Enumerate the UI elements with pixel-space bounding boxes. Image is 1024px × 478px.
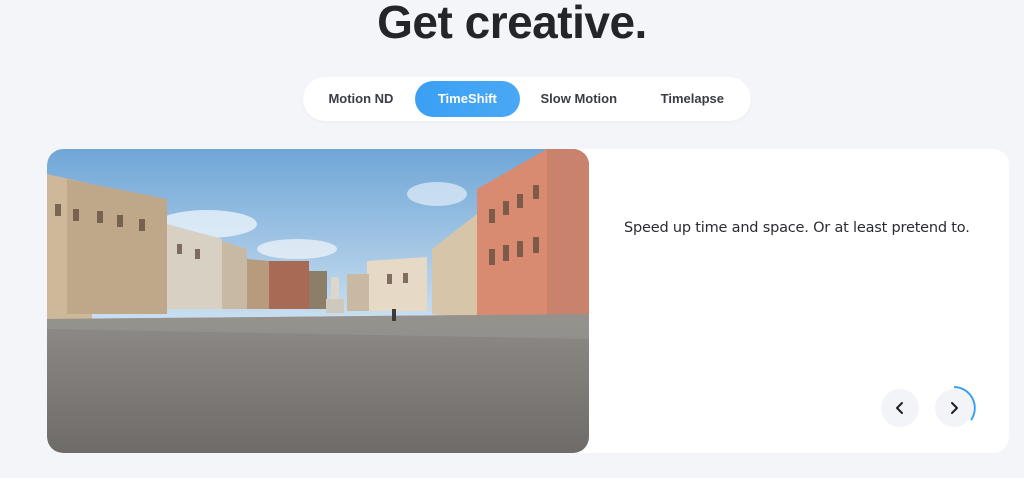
page-title: Get creative.: [377, 0, 647, 48]
slide-caption: Speed up time and space. Or at least pre…: [624, 220, 970, 236]
carousel-next-button[interactable]: [935, 389, 973, 427]
venice-piazza-photo: [47, 149, 589, 453]
tab-motion-nd[interactable]: Motion ND: [307, 81, 415, 117]
feature-card: Speed up time and space. Or at least pre…: [47, 149, 1009, 453]
tab-slow-motion[interactable]: Slow Motion: [520, 81, 638, 117]
chevron-right-icon: [951, 402, 958, 414]
chevron-left-icon: [896, 402, 903, 414]
tab-timeshift[interactable]: TimeShift: [414, 81, 520, 117]
carousel-prev-button[interactable]: [881, 389, 919, 427]
mode-tab-bar: Motion ND TimeShift Slow Motion Timelaps…: [303, 77, 751, 121]
tab-timelapse[interactable]: Timelapse: [638, 81, 747, 117]
